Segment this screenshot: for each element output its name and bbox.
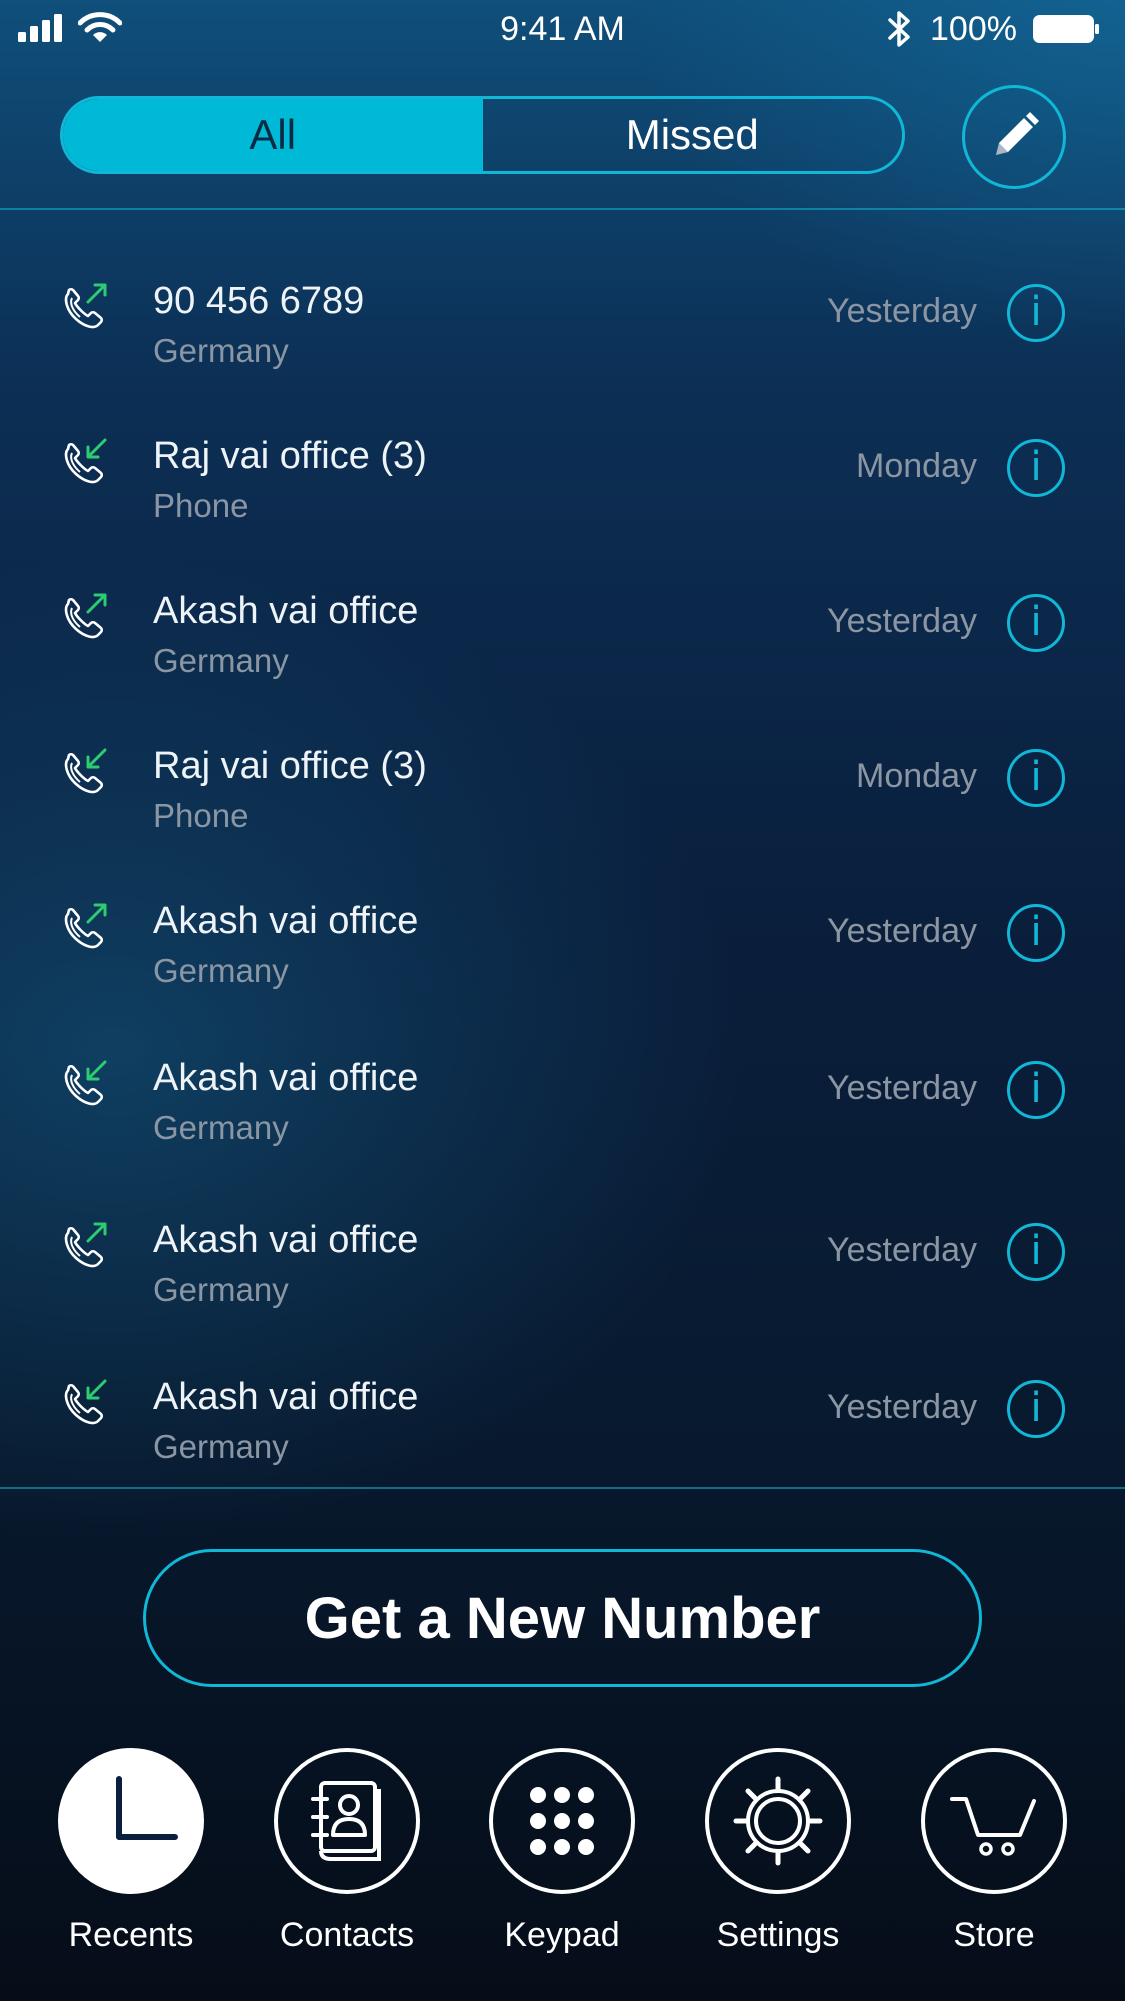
list-bottom-divider — [0, 1487, 1125, 1489]
incoming-call-icon — [64, 1060, 107, 1106]
call-row[interactable]: Raj vai office (3) Phone Monday i — [0, 403, 1125, 543]
clock-icon — [116, 1776, 178, 1840]
tab-settings-circle — [705, 1748, 851, 1894]
caller-label: Germany — [153, 642, 289, 679]
info-icon: i — [1030, 1228, 1042, 1274]
info-button[interactable]: i — [1007, 904, 1065, 962]
tab-contacts[interactable]: Contacts — [272, 1748, 422, 1955]
call-row[interactable]: Akash vai office Germany Yesterday i — [0, 1025, 1125, 1165]
call-row[interactable]: Raj vai office (3) Phone Monday i — [0, 713, 1125, 853]
call-time: Monday — [856, 447, 977, 485]
caller-name: Akash vai office — [153, 900, 419, 942]
caller-label: Germany — [153, 1109, 289, 1146]
caller-name: Akash vai office — [153, 1219, 419, 1261]
call-row[interactable]: Akash vai office Germany Yesterday i — [0, 868, 1125, 1008]
tab-keypad-circle — [489, 1748, 635, 1894]
cart-icon — [950, 1797, 1036, 1856]
caller-label: Germany — [153, 332, 289, 369]
battery-icon — [1033, 15, 1099, 43]
call-time: Yesterday — [827, 1388, 977, 1426]
tab-settings-label: Settings — [716, 1916, 840, 1954]
info-button[interactable]: i — [1007, 749, 1065, 807]
info-button[interactable]: i — [1007, 1223, 1065, 1281]
caller-label: Germany — [153, 1271, 289, 1308]
tab-contacts-label: Contacts — [279, 1916, 415, 1954]
tab-settings[interactable]: Settings — [703, 1748, 853, 1955]
tab-store-label: Store — [953, 1916, 1035, 1954]
call-time: Yesterday — [827, 602, 977, 640]
incoming-call-icon — [64, 438, 107, 484]
caller-name: Akash vai office — [153, 1376, 419, 1418]
call-row[interactable]: Akash vai office Germany Yesterday i — [0, 1187, 1125, 1327]
info-icon: i — [1030, 754, 1042, 800]
caller-label: Phone — [153, 487, 249, 524]
outgoing-call-icon — [64, 593, 107, 639]
incoming-call-icon — [64, 748, 107, 794]
gear-icon — [733, 1776, 823, 1866]
info-icon: i — [1030, 289, 1042, 335]
caller-name: Akash vai office — [153, 1057, 419, 1099]
filter-all-tab[interactable]: All — [63, 99, 483, 171]
info-icon: i — [1030, 1385, 1042, 1431]
outgoing-call-icon — [64, 283, 107, 329]
info-button[interactable]: i — [1007, 439, 1065, 497]
top-divider — [0, 208, 1125, 210]
caller-name: 90 456 6789 — [153, 280, 365, 322]
info-button[interactable]: i — [1007, 594, 1065, 652]
filter-missed-tab[interactable]: Missed — [483, 99, 903, 171]
info-icon: i — [1030, 1066, 1042, 1112]
tab-recents-circle — [58, 1748, 204, 1894]
call-row[interactable]: Akash vai office Germany Yesterday i — [0, 1344, 1125, 1484]
get-new-number-button[interactable]: Get a New Number — [143, 1549, 982, 1687]
call-time: Yesterday — [827, 1069, 977, 1107]
bluetooth-icon — [888, 11, 910, 47]
tab-keypad[interactable]: Keypad — [487, 1748, 637, 1955]
call-time: Yesterday — [827, 292, 977, 330]
call-filter-segmented-control: All Missed — [60, 96, 905, 174]
tab-recents-label: Recents — [68, 1916, 194, 1954]
caller-label: Phone — [153, 797, 249, 834]
info-button[interactable]: i — [1007, 284, 1065, 342]
keypad-icon — [530, 1787, 594, 1855]
info-icon: i — [1030, 444, 1042, 490]
info-button[interactable]: i — [1007, 1061, 1065, 1119]
caller-label: Germany — [153, 1428, 289, 1465]
call-time: Monday — [856, 757, 977, 795]
info-icon: i — [1030, 909, 1042, 955]
status-bar: 9:41 AM 100% — [0, 0, 1125, 58]
outgoing-call-icon — [64, 903, 107, 949]
tab-store-circle — [921, 1748, 1067, 1894]
contacts-book-icon — [311, 1781, 381, 1861]
call-time: Yesterday — [827, 1231, 977, 1269]
info-button[interactable]: i — [1007, 1380, 1065, 1438]
tab-recents[interactable]: Recents — [56, 1748, 206, 1955]
tab-keypad-label: Keypad — [504, 1916, 620, 1954]
info-icon: i — [1030, 599, 1042, 645]
call-row[interactable]: Akash vai office Germany Yesterday i — [0, 558, 1125, 698]
outgoing-call-icon — [64, 1222, 107, 1268]
caller-label: Germany — [153, 952, 289, 989]
tab-store[interactable]: Store — [919, 1748, 1069, 1955]
battery-percentage: 100% — [930, 10, 1017, 48]
incoming-call-icon — [64, 1379, 107, 1425]
caller-name: Raj vai office (3) — [153, 745, 427, 787]
call-row[interactable]: 90 456 6789 Germany Yesterday i — [0, 248, 1125, 388]
edit-button[interactable] — [962, 85, 1066, 189]
caller-name: Akash vai office — [153, 590, 419, 632]
pencil-icon — [996, 112, 1039, 155]
caller-name: Raj vai office (3) — [153, 435, 427, 477]
tab-contacts-circle — [274, 1748, 420, 1894]
call-time: Yesterday — [827, 912, 977, 950]
